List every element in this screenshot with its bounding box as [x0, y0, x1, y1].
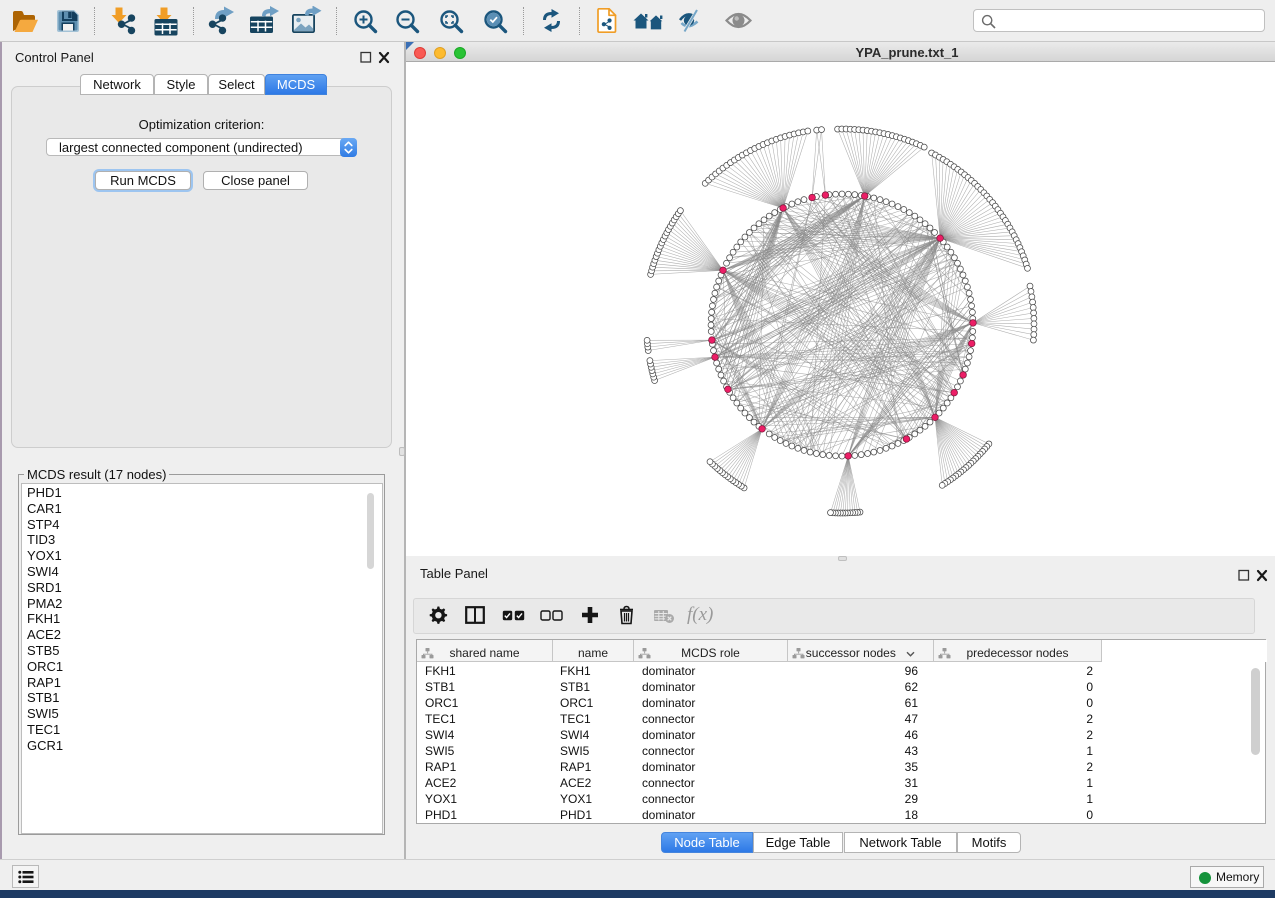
svg-text:f(x): f(x)	[687, 604, 713, 625]
